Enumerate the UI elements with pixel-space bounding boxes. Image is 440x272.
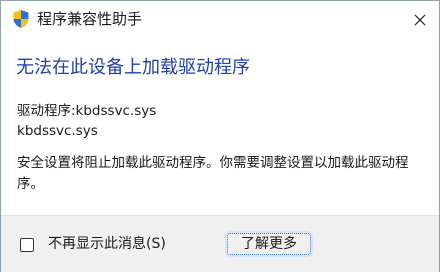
learn-more-button[interactable]: 了解更多 xyxy=(227,233,311,255)
dialog-footer: 不再显示此消息(S) 了解更多 xyxy=(1,215,439,272)
title-bar: 程序兼容性助手 xyxy=(1,1,439,39)
close-button[interactable] xyxy=(401,1,439,39)
program-compatibility-dialog: 程序兼容性助手 无法在此设备上加载驱动程序 驱动程序:kbdssvc.sys k… xyxy=(0,0,440,272)
security-message: 安全设置将阻止加载此驱动程序。你需要调整设置以加载此驱动程序。 xyxy=(17,155,409,192)
dont-show-again-label[interactable]: 不再显示此消息(S) xyxy=(48,234,166,254)
driver-name-line: 驱动程序:kbdssvc.sys xyxy=(17,103,157,119)
dont-show-again-checkbox[interactable] xyxy=(20,238,34,252)
window-title: 程序兼容性助手 xyxy=(37,10,143,28)
close-icon xyxy=(414,11,426,30)
driver-file-name: kbdssvc.sys xyxy=(17,123,98,139)
shield-icon xyxy=(12,9,30,29)
dialog-heading: 无法在此设备上加载驱动程序 xyxy=(16,57,250,78)
